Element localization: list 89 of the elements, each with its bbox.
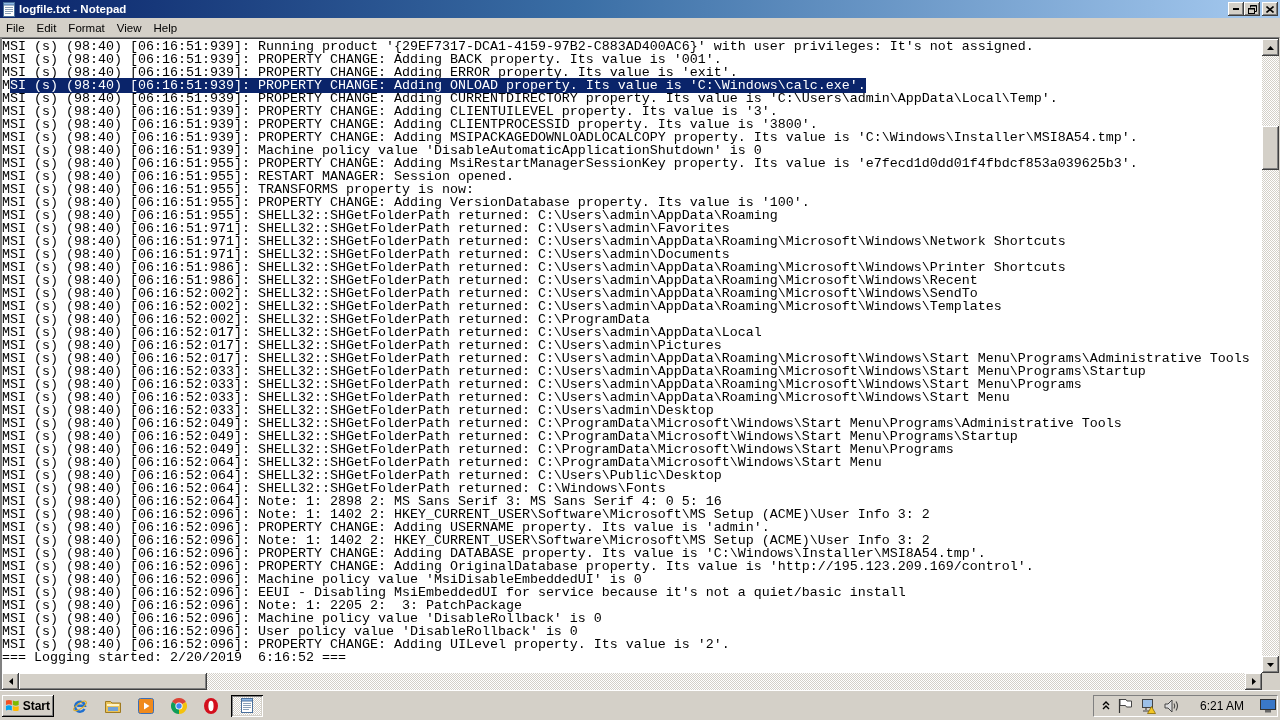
menu-item[interactable]: Edit	[30, 20, 63, 35]
minimize-icon	[1233, 8, 1239, 10]
network-icon[interactable]	[1139, 697, 1156, 714]
log-line: MSI (s) (98:40) [06:16:52:096]: Note: 1: 1402 2: HKEY_CURRENT_USER\Software\Microsoft\MS Setup (ACME)\User Info 3: 2	[2, 508, 930, 521]
log-line: MSI (s) (98:40) [06:16:52:017]: SHELL32::SHGetFolderPath returned: C:\Users\admin\Pictures	[2, 339, 722, 352]
log-line: MSI (s) (98:40) [06:16:52:033]: SHELL32::SHGetFolderPath returned: C:\Users\admin\AppData\Roaming\Microsoft\Windows\Start Menu\Programs	[2, 378, 1082, 391]
log-line: MSI (s) (98:40) [06:16:52:064]: SHELL32::SHGetFolderPath returned: C:\ProgramData\Microsoft\Windows\Start Menu	[2, 456, 882, 469]
log-line: MSI (s) (98:40) [06:16:51:955]: RESTART MANAGER: Session opened.	[2, 170, 514, 183]
speaker-icon[interactable]	[1163, 698, 1180, 713]
play-icon[interactable]	[138, 697, 154, 714]
log-line: MSI (s) (98:40) [06:16:52:096]: PROPERTY CHANGE: Adding USERNAME property. Its value is 'admin'.	[2, 521, 770, 534]
log-line: MSI (s) (98:40) [06:16:51:939]: Running product '{29EF7317-DCA1-4159-97B2-C883AD400AC6}' with user privileges: It's not assigned.	[2, 40, 1034, 53]
log-line: MSI (s) (98:40) [06:16:52:049]: SHELL32::SHGetFolderPath returned: C:\ProgramData\Microsoft\Windows\Start Menu\Programs\Startup	[2, 430, 1018, 443]
log-line: === Logging started: 2/20/2019 6:16:52 ===	[2, 651, 346, 664]
left-arrow-icon	[8, 678, 13, 685]
restore-icon	[1247, 4, 1257, 14]
flag-icon[interactable]	[1117, 698, 1132, 713]
log-line: MSI (s) (98:40) [06:16:52:017]: SHELL32::SHGetFolderPath returned: C:\Users\admin\AppData\Roaming\Microsoft\Windows\Start Menu\Programs\Administrative Tools	[2, 352, 1250, 365]
scroll-down-button[interactable]	[1262, 656, 1279, 673]
log-line: MSI (s) (98:40) [06:16:52:096]: Note: 1: 1402 2: HKEY_CURRENT_USER\Software\Microsoft\MS Setup (ACME)\User Info 3: 2	[2, 534, 930, 547]
log-line: MSI (s) (98:40) [06:16:52:096]: EEUI - Disabling MsiEmbeddedUI for service because it's not a quiet/basic install	[2, 586, 906, 599]
log-line: MSI (s) (98:40) [06:16:52:096]: PROPERTY CHANGE: Adding UILevel property. Its value is '2'.	[2, 638, 730, 651]
log-line: MSI (s) (98:40) [06:16:52:049]: SHELL32::SHGetFolderPath returned: C:\ProgramData\Microsoft\Windows\Start Menu\Programs\Administrative Tools	[2, 417, 1122, 430]
log-line: MSI (s) (98:40) [06:16:52:096]: PROPERTY CHANGE: Adding OriginalDatabase property. Its value is 'http://195.123.209.169/control'.	[2, 560, 1034, 573]
taskbar-button[interactable]	[231, 694, 263, 717]
browser-icon[interactable]	[171, 697, 187, 714]
horizontal-scrollbar[interactable]	[2, 673, 1262, 690]
log-line: MSI (s) (98:40) [06:16:52:002]: SHELL32::SHGetFolderPath returned: C:\Users\admin\AppData\Roaming\Microsoft\Windows\Templates	[2, 300, 1002, 313]
log-line: MSI (s) (98:40) [06:16:51:955]: PROPERTY CHANGE: Adding VersionDatabase property. Its value is '100'.	[2, 196, 810, 209]
scroll-thumb[interactable]	[1262, 126, 1279, 170]
text-area[interactable]	[2, 39, 1262, 673]
log-line: MSI (s) (98:40) [06:16:52:049]: SHELL32::SHGetFolderPath returned: C:\ProgramData\Microsoft\Windows\Start Menu\Programs	[2, 443, 954, 456]
log-line: MSI (s) (98:40) [06:16:51:986]: SHELL32::SHGetFolderPath returned: C:\Users\admin\AppData\Roaming\Microsoft\Windows\Printer Shortcuts	[2, 261, 1066, 274]
log-line: MSI (s) (98:40) [06:16:52:033]: SHELL32::SHGetFolderPath returned: C:\Users\admin\AppData\Roaming\Microsoft\Windows\Start Menu\Programs\Startup	[2, 365, 1146, 378]
folder-icon[interactable]	[105, 698, 121, 713]
log-line: MSI (s) (98:40) [06:16:52:096]: Note: 1: 2205 2: 3: PatchPackage	[2, 599, 522, 612]
minimize-button[interactable]	[1228, 2, 1244, 16]
log-line: MSI (s) (98:40) [06:16:51:939]: PROPERTY CHANGE: Adding CURRENTDIRECTORY property. Its value is 'C:\Users\admin\AppData\Local\Temp'.	[2, 92, 1058, 105]
log-line: MSI (s) (98:40) [06:16:52:096]: PROPERTY CHANGE: Adding DATABASE property. Its value is 'C:\Windows\Installer\MSI8A54.tmp'.	[2, 547, 986, 560]
log-line: MSI (s) (98:40) [06:16:51:939]: PROPERTY CHANGE: Adding BACK property. Its value is '001'.	[2, 53, 722, 66]
log-line: MSI (s) (98:40) [06:16:52:064]: Note: 1: 2898 2: MS Sans Serif 3: MS Sans Serif 4: 0 5: 16	[2, 495, 722, 508]
close-button[interactable]	[1262, 2, 1278, 16]
notepad-icon	[241, 698, 253, 713]
start-button[interactable]: Start	[2, 694, 54, 717]
log-line: MSI (s) (98:40) [06:16:51:986]: SHELL32::SHGetFolderPath returned: C:\Users\admin\AppData\Roaming\Microsoft\Windows\Recent	[2, 274, 978, 287]
log-line: MSI (s) (98:40) [06:16:51:971]: SHELL32::SHGetFolderPath returned: C:\Users\admin\AppData\Roaming\Microsoft\Windows\Network Shortcuts	[2, 235, 1066, 248]
notepad-icon	[3, 1, 15, 17]
log-line: MSI (s) (98:40) [06:16:51:971]: SHELL32::SHGetFolderPath returned: C:\Users\admin\Documents	[2, 248, 730, 261]
log-line: MSI (s) (98:40) [06:16:51:939]: PROPERTY CHANGE: Adding ERROR property. Its value is 'exit'.	[2, 66, 738, 79]
log-line: MSI (s) (98:40) [06:16:52:002]: SHELL32::SHGetFolderPath returned: C:\Users\admin\AppData\Roaming\Microsoft\Windows\SendTo	[2, 287, 978, 300]
restore-button[interactable]	[1244, 2, 1260, 16]
vertical-scrollbar[interactable]	[1262, 39, 1279, 673]
log-line: MSI (s) (98:40) [06:16:52:064]: SHELL32::SHGetFolderPath returned: C:\Windows\Fonts	[2, 482, 666, 495]
right-arrow-icon	[1251, 678, 1256, 685]
log-line: MSI (s) (98:40) [06:16:52:096]: User policy value 'DisableRollback' is 0	[2, 625, 578, 638]
log-line: MSI (s) (98:40) [06:16:51:955]: TRANSFORMS property is now:	[2, 183, 474, 196]
windows-logo-icon	[5, 699, 20, 712]
menu-item[interactable]: File	[0, 20, 31, 35]
log-line: MSI (s) (98:40) [06:16:52:096]: Machine policy value 'DisableRollback' is 0	[2, 612, 602, 625]
log-line: MSI (s) (98:40) [06:16:51:955]: PROPERTY CHANGE: Adding MsiRestartManagerSessionKey property. Its value is 'e7fecd1d0dd01f4fbdcf853a039625b3'.	[2, 157, 1138, 170]
log-line: MSI (s) (98:40) [06:16:51:939]: PROPERTY CHANGE: Adding ONLOAD property. Its value is 'C:\Windows\calc.exe'.	[2, 79, 866, 92]
menu-item[interactable]: Help	[147, 20, 184, 35]
log-line: MSI (s) (98:40) [06:16:51:955]: SHELL32::SHGetFolderPath returned: C:\Users\admin\AppData\Roaming	[2, 209, 778, 222]
log-line: MSI (s) (98:40) [06:16:51:971]: SHELL32::SHGetFolderPath returned: C:\Users\admin\Favorites	[2, 222, 730, 235]
log-line: MSI (s) (98:40) [06:16:52:033]: SHELL32::SHGetFolderPath returned: C:\Users\admin\AppData\Roaming\Microsoft\Windows\Start Menu	[2, 391, 1010, 404]
scroll-right-button[interactable]	[1245, 673, 1262, 690]
browser-icon[interactable]	[72, 697, 88, 714]
chevron-up-icon[interactable]	[1101, 701, 1110, 710]
window-title: logfile.txt - Notepad	[19, 3, 127, 15]
scroll-left-button[interactable]	[2, 673, 19, 690]
log-line: MSI (s) (98:40) [06:16:52:017]: SHELL32::SHGetFolderPath returned: C:\Users\admin\AppData\Local	[2, 326, 762, 339]
down-arrow-icon	[1267, 662, 1274, 667]
log-line: MSI (s) (98:40) [06:16:52:033]: SHELL32::SHGetFolderPath returned: C:\Users\admin\Desktop	[2, 404, 714, 417]
log-line: MSI (s) (98:40) [06:16:51:939]: PROPERTY CHANGE: Adding MSIPACKAGEDOWNLOADLOCALCOPY property. Its value is 'C:\Windows\Installer\MSI8A54.tmp'.	[2, 131, 1138, 144]
monitor-icon[interactable]	[1260, 698, 1276, 713]
close-icon	[1266, 5, 1274, 13]
menu-item[interactable]: View	[110, 20, 148, 35]
scroll-thumb[interactable]	[19, 673, 207, 690]
menu-item[interactable]: Format	[62, 20, 111, 35]
log-line: MSI (s) (98:40) [06:16:52:064]: SHELL32::SHGetFolderPath returned: C:\Users\Public\Desktop	[2, 469, 722, 482]
scroll-up-button[interactable]	[1262, 39, 1279, 56]
log-line: MSI (s) (98:40) [06:16:52:096]: Machine policy value 'MsiDisableEmbeddedUI' is 0	[2, 573, 642, 586]
ring-icon[interactable]	[204, 697, 218, 714]
log-line: MSI (s) (98:40) [06:16:51:939]: Machine policy value 'DisableAutomaticApplicationShutdown' is 0	[2, 144, 762, 157]
clock: 6:21 AM	[1199, 698, 1244, 713]
up-arrow-icon	[1267, 45, 1274, 50]
log-line: MSI (s) (98:40) [06:16:51:939]: PROPERTY CHANGE: Adding CLIENTPROCESSID property. Its value is '3800'.	[2, 118, 818, 131]
log-line: MSI (s) (98:40) [06:16:51:939]: PROPERTY CHANGE: Adding CLIENTUILEVEL property. Its value is '3'.	[2, 105, 778, 118]
log-line: MSI (s) (98:40) [06:16:52:002]: SHELL32::SHGetFolderPath returned: C:\ProgramData	[2, 313, 650, 326]
